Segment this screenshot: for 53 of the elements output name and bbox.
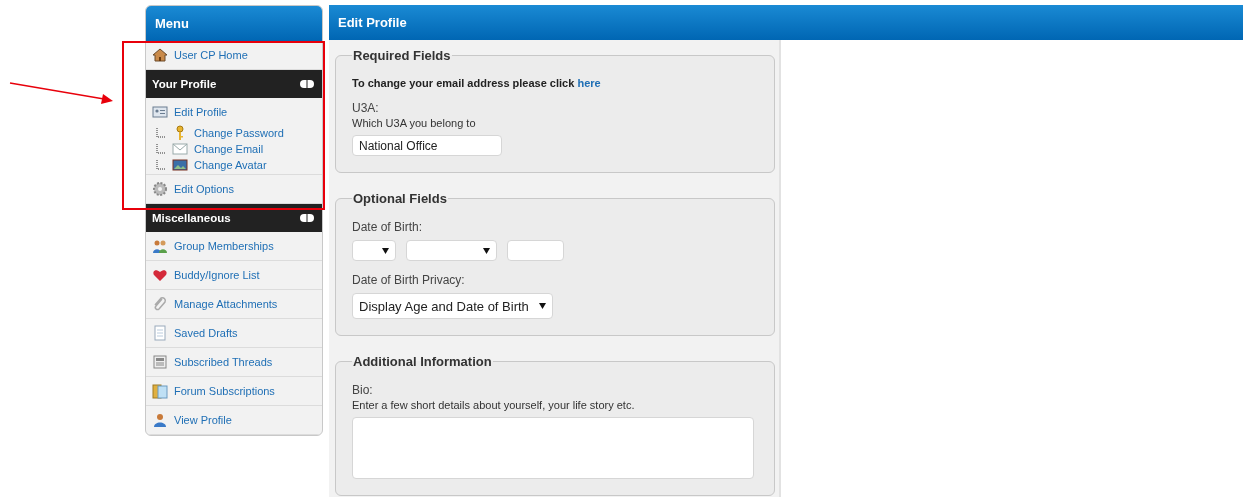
gear-icon bbox=[152, 181, 168, 197]
caret-icon bbox=[538, 303, 546, 309]
section-title: Your Profile bbox=[152, 78, 217, 90]
menu-link[interactable]: Change Password bbox=[194, 127, 284, 139]
menu-link[interactable]: User CP Home bbox=[174, 49, 248, 61]
here-link[interactable]: here bbox=[577, 77, 601, 89]
day-select[interactable] bbox=[352, 240, 396, 261]
document-icon bbox=[152, 325, 168, 341]
envelope-icon bbox=[172, 141, 188, 157]
tree-line-icon bbox=[156, 128, 166, 138]
year-field[interactable] bbox=[507, 240, 564, 261]
menu-link[interactable]: Manage Attachments bbox=[174, 298, 278, 310]
menu-link[interactable]: Buddy/Ignore List bbox=[174, 269, 260, 281]
collapse-toggle-icon[interactable] bbox=[300, 214, 314, 222]
fieldset-legend: Additional Information bbox=[352, 354, 493, 369]
field-label: U3A: bbox=[352, 101, 380, 115]
field-label: Date of Birth: bbox=[352, 220, 424, 234]
menu-link[interactable]: Change Avatar bbox=[194, 159, 267, 171]
field-label: Bio: bbox=[352, 383, 374, 397]
section-title: Miscellaneous bbox=[152, 212, 231, 224]
picture-icon bbox=[172, 157, 188, 173]
fieldset-legend: Optional Fields bbox=[352, 191, 448, 206]
folder-icon bbox=[152, 383, 168, 399]
menu-link[interactable]: Subscribed Threads bbox=[174, 356, 273, 368]
menu-link[interactable]: Edit Options bbox=[174, 183, 234, 195]
collapse-toggle-icon[interactable] bbox=[300, 80, 314, 88]
field-description: Which U3A you belong to bbox=[352, 117, 477, 129]
tree-line-icon bbox=[156, 160, 166, 170]
person-icon bbox=[152, 412, 168, 428]
tree-line-icon bbox=[156, 144, 166, 154]
field-description: Enter a few short details about yourself, your life story etc. bbox=[352, 399, 636, 411]
menu-link[interactable]: Forum Subscriptions bbox=[174, 385, 275, 397]
caret-icon bbox=[382, 247, 389, 254]
menu-link[interactable]: Group Memberships bbox=[174, 240, 274, 252]
menu-header: Menu bbox=[146, 6, 322, 41]
email-note: To change your email address please click here bbox=[352, 77, 602, 89]
id-card-icon bbox=[152, 104, 168, 120]
menu-link[interactable]: Change Email bbox=[194, 143, 264, 155]
field-label: Date of Birth Privacy: bbox=[352, 273, 466, 287]
fieldset-legend: Required Fields bbox=[352, 48, 452, 63]
caret-icon bbox=[483, 247, 490, 254]
menu-link[interactable]: Saved Drafts bbox=[174, 327, 238, 339]
menu-link[interactable]: View Profile bbox=[174, 414, 232, 426]
newspaper-icon bbox=[152, 354, 168, 370]
panel-header: Edit Profile bbox=[329, 5, 1243, 40]
paperclip-icon bbox=[152, 296, 168, 312]
menu-link[interactable]: Edit Profile bbox=[174, 106, 228, 118]
bio-field[interactable] bbox=[352, 417, 754, 479]
input-field[interactable]: National Office bbox=[352, 135, 502, 156]
privacy-select[interactable]: Display Age and Date of Birth bbox=[352, 293, 553, 319]
people-icon bbox=[152, 238, 168, 254]
house-icon bbox=[152, 47, 168, 63]
heart-icon bbox=[152, 267, 168, 283]
